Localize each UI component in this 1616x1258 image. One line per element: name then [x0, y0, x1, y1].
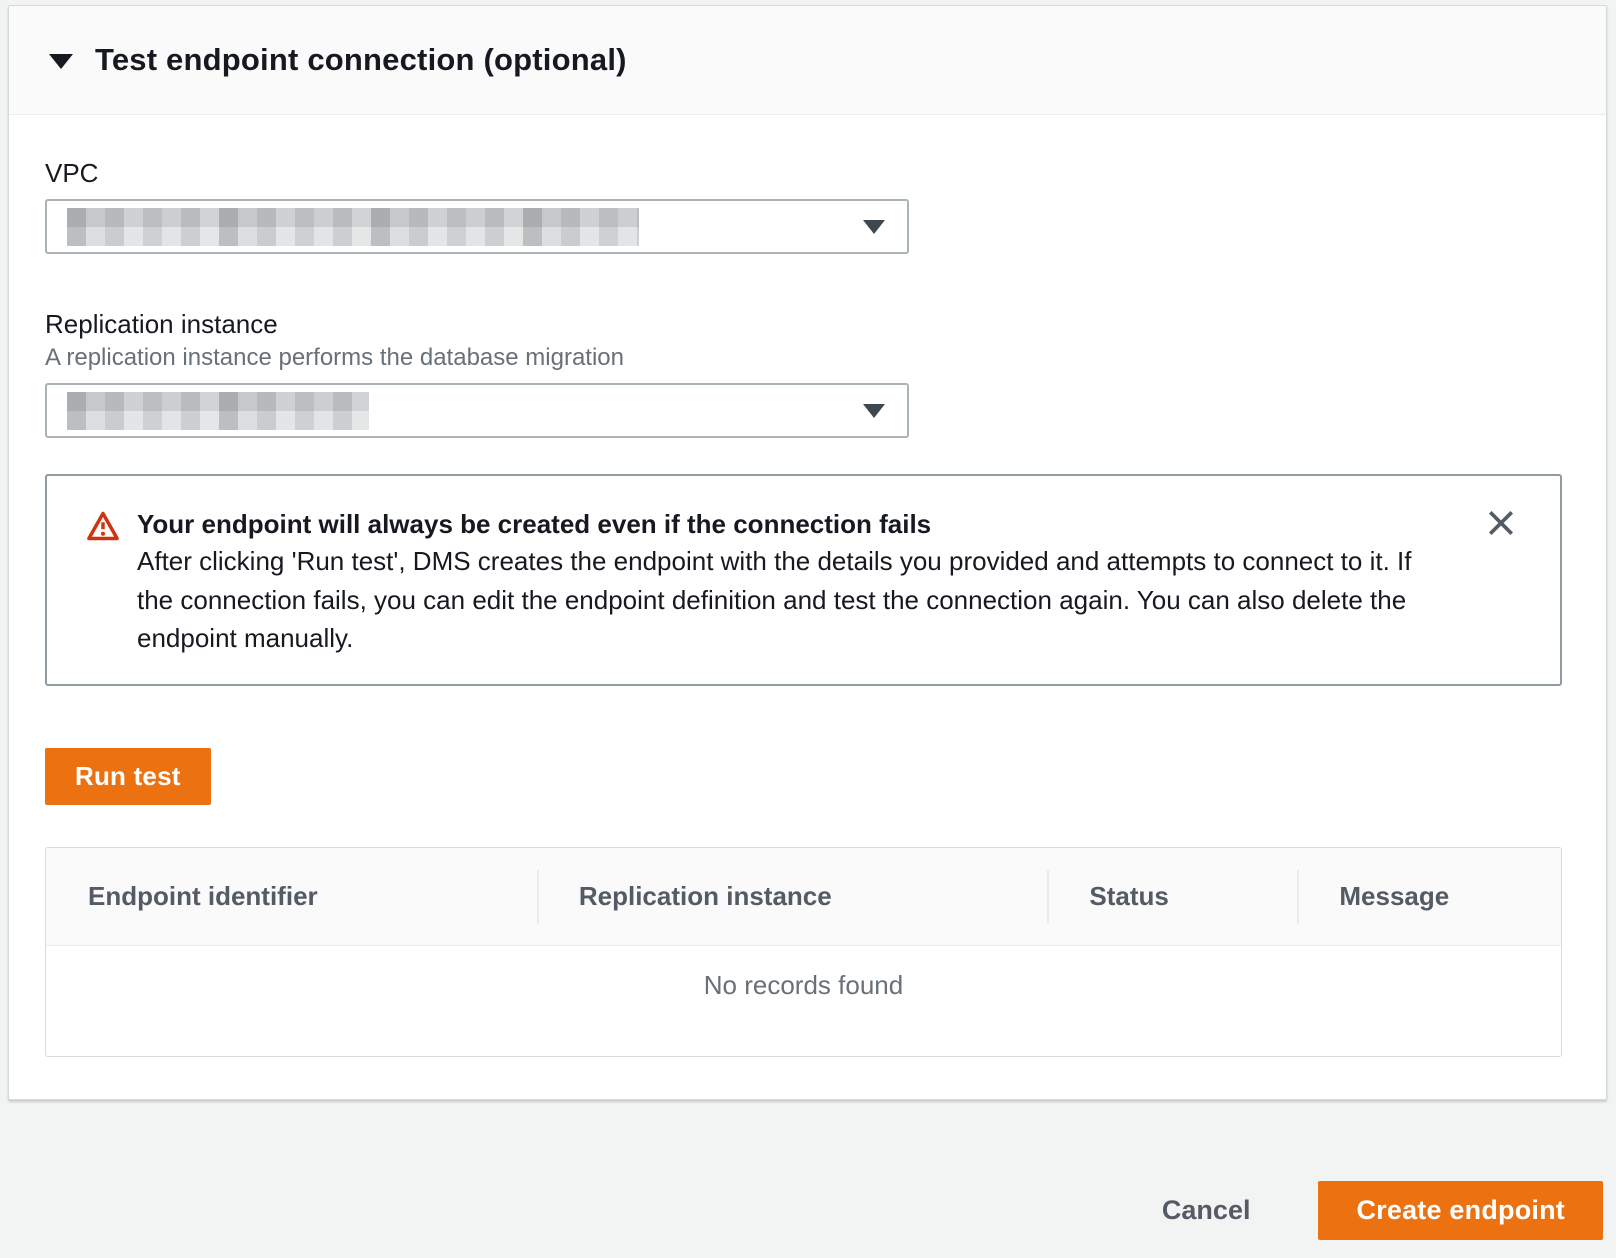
- alert-title: Your endpoint will always be created eve…: [137, 506, 1437, 542]
- form-action-bar: Cancel Create endpoint: [0, 1101, 1616, 1240]
- chevron-down-icon: [863, 220, 885, 234]
- close-icon[interactable]: [1486, 508, 1516, 538]
- alert-content: Your endpoint will always be created eve…: [137, 506, 1437, 658]
- create-endpoint-button[interactable]: Create endpoint: [1318, 1181, 1603, 1240]
- caret-down-icon: [49, 54, 73, 69]
- alert-body: After clicking 'Run test', DMS creates t…: [137, 542, 1437, 658]
- test-endpoint-connection-panel: Test endpoint connection (optional) VPC …: [8, 5, 1607, 1100]
- empty-state-message: No records found: [704, 970, 903, 1056]
- connection-results-table: Endpoint identifier Replication instance…: [45, 847, 1562, 1057]
- column-header-message: Message: [1297, 848, 1561, 945]
- vpc-select[interactable]: [45, 199, 909, 254]
- redacted-value: [67, 208, 639, 246]
- column-header-endpoint-identifier: Endpoint identifier: [46, 848, 537, 945]
- table-header-row: Endpoint identifier Replication instance…: [46, 848, 1561, 946]
- section-body: VPC Replication instance A replication i…: [9, 115, 1606, 1099]
- replication-instance-label: Replication instance: [45, 308, 1562, 340]
- chevron-down-icon: [863, 404, 885, 418]
- redacted-value: [67, 392, 369, 430]
- run-test-button[interactable]: Run test: [45, 748, 211, 805]
- section-title: Test endpoint connection (optional): [95, 42, 627, 78]
- vpc-field: VPC: [45, 157, 1562, 254]
- replication-instance-description: A replication instance performs the data…: [45, 343, 1562, 373]
- warning-alert: Your endpoint will always be created eve…: [45, 474, 1562, 686]
- cancel-button[interactable]: Cancel: [1152, 1195, 1261, 1226]
- warning-triangle-icon: [87, 511, 119, 658]
- table-body: No records found: [46, 946, 1561, 1056]
- replication-instance-field: Replication instance A replication insta…: [45, 308, 1562, 438]
- column-header-status: Status: [1047, 848, 1297, 945]
- vpc-label: VPC: [45, 157, 1562, 189]
- section-header-expander[interactable]: Test endpoint connection (optional): [9, 6, 1606, 115]
- replication-instance-select[interactable]: [45, 383, 909, 438]
- column-header-replication-instance: Replication instance: [537, 848, 1048, 945]
